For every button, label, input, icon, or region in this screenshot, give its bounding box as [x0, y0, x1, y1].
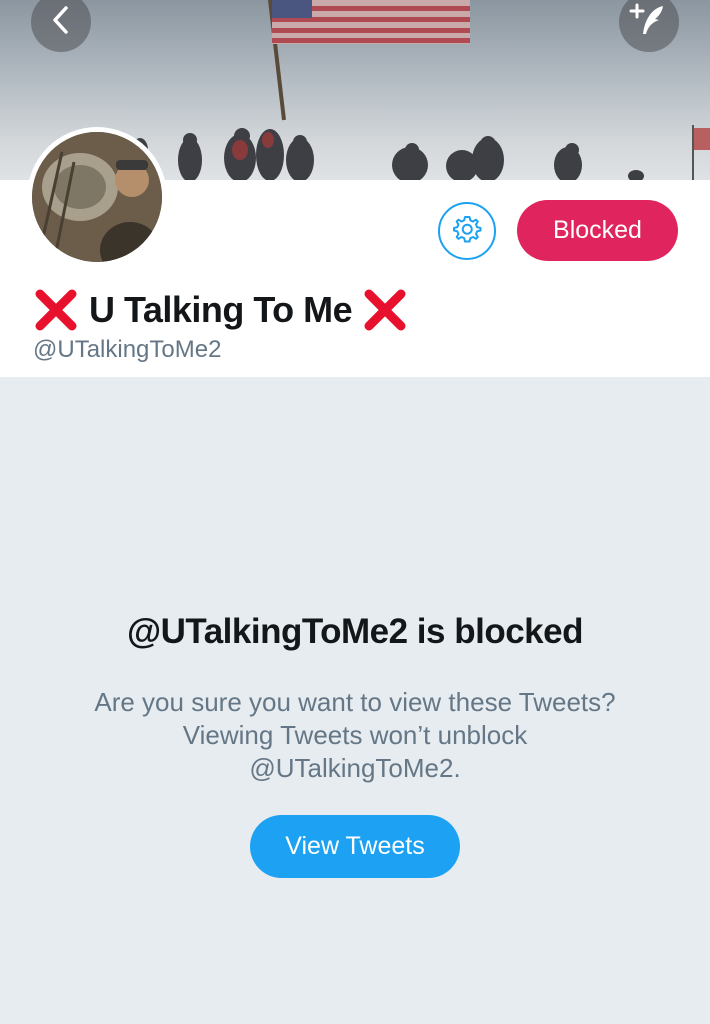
avatar-photo [32, 132, 162, 262]
avatar[interactable] [27, 127, 167, 267]
blocked-button[interactable]: Blocked [517, 200, 678, 261]
blocked-notice-description: Are you sure you want to view these Twee… [94, 687, 616, 783]
red-x-icon [362, 287, 408, 333]
display-name-text: U Talking To Me [89, 289, 353, 330]
red-x-icon [33, 287, 79, 333]
user-handle: @UTalkingToMe2 [33, 336, 222, 363]
gear-icon [452, 214, 482, 249]
view-tweets-button[interactable]: View Tweets [250, 815, 460, 878]
compose-feather-icon [629, 0, 669, 45]
blocked-notice-title: @UTalkingToMe2 is blocked [127, 612, 583, 651]
chevron-left-icon [49, 5, 73, 40]
blocked-button-label: Blocked [553, 216, 642, 244]
view-tweets-label: View Tweets [285, 832, 425, 860]
display-name: U Talking To Me [33, 286, 408, 334]
settings-button[interactable] [438, 202, 496, 260]
